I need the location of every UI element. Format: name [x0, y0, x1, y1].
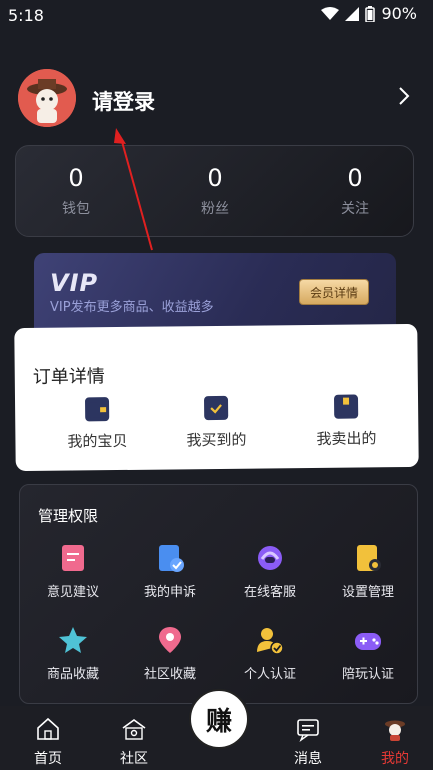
login-prompt[interactable]: 请登录 — [92, 86, 155, 116]
mgmt-feedback[interactable]: 意见建议 — [28, 543, 118, 600]
order-item-label: 我卖出的 — [316, 429, 377, 448]
vip-subtitle: VIP发布更多商品、收益越多 — [50, 300, 214, 315]
nav-label: 消息 — [294, 751, 322, 767]
nav-label: 社区 — [120, 751, 148, 767]
location-pin-icon — [155, 625, 185, 655]
nav-profile[interactable]: 我的 — [365, 716, 425, 768]
avatar-character-icon — [18, 69, 76, 127]
order-sold[interactable]: 我卖出的 — [286, 394, 407, 449]
mgmt-label: 社区收藏 — [143, 667, 196, 682]
mgmt-label: 个人认证 — [243, 667, 296, 682]
stat-value: 0 — [347, 164, 363, 192]
profile-icon — [385, 720, 405, 741]
management-card: 管理权限 意见建议 我的申诉 在线客服 设置管理 商品收藏 社区收藏 个人认证 … — [19, 484, 418, 704]
chevron-right-icon[interactable] — [398, 86, 410, 106]
mgmt-companion-verify[interactable]: 陪玩认证 — [323, 625, 413, 682]
order-item-label: 我的宝贝 — [67, 431, 128, 451]
order-item-label: 我买到的 — [186, 430, 247, 450]
battery-icon — [365, 5, 376, 22]
stat-following[interactable]: 0 关注 — [295, 164, 415, 218]
signal-icon — [345, 6, 360, 21]
mgmt-community-favorites[interactable]: 社区收藏 — [125, 625, 215, 682]
mgmt-appeal[interactable]: 我的申诉 — [125, 543, 215, 600]
wallet-icon — [84, 397, 110, 422]
stat-value: 0 — [207, 164, 223, 192]
mgmt-label: 陪玩认证 — [341, 667, 394, 682]
nav-community[interactable]: 社区 — [104, 716, 164, 768]
order-my-items[interactable]: 我的宝贝 — [37, 397, 158, 452]
nav-label: 我的 — [381, 751, 409, 767]
vip-details-button[interactable]: 会员详情 — [299, 279, 369, 305]
stat-label: 粉丝 — [201, 201, 229, 217]
headset-icon — [255, 543, 285, 573]
mgmt-label: 商品收藏 — [46, 667, 99, 682]
message-icon — [297, 719, 319, 742]
order-purchased[interactable]: 我买到的 — [156, 395, 277, 450]
sold-box-icon — [333, 394, 359, 419]
order-title: 订单详情 — [32, 366, 105, 388]
user-verified-icon — [255, 625, 285, 655]
nav-label: 首页 — [34, 751, 62, 767]
order-details-card: 订单详情 我的宝贝 我买到的 我卖出的 — [14, 323, 419, 472]
mgmt-label: 我的申诉 — [143, 585, 196, 600]
stat-value: 0 — [68, 164, 84, 192]
mgmt-settings[interactable]: 设置管理 — [323, 543, 413, 600]
nav-earn-button[interactable]: 赚 — [188, 688, 250, 750]
mgmt-label: 设置管理 — [341, 585, 394, 600]
stats-card: 0 钱包 0 粉丝 0 关注 — [15, 145, 414, 237]
stat-wallet[interactable]: 0 钱包 — [16, 164, 136, 218]
home-icon — [37, 717, 59, 740]
gamepad-icon — [353, 625, 383, 655]
status-time: 5:18 — [8, 6, 44, 25]
status-bar: 5:18 90% — [0, 0, 433, 30]
status-indicators: 90% — [321, 4, 417, 23]
battery-percent: 90% — [381, 4, 417, 23]
settings-doc-icon — [353, 543, 383, 573]
earn-badge: 赚 — [189, 689, 249, 749]
community-icon — [122, 719, 146, 740]
mgmt-label: 在线客服 — [243, 585, 296, 600]
wifi-icon — [321, 6, 340, 20]
management-title: 管理权限 — [38, 507, 99, 525]
star-icon — [58, 625, 88, 655]
nav-messages[interactable]: 消息 — [278, 716, 338, 768]
stat-fans[interactable]: 0 粉丝 — [155, 164, 275, 218]
mgmt-customer-service[interactable]: 在线客服 — [225, 543, 315, 600]
appeal-icon — [155, 543, 185, 573]
stat-label: 钱包 — [62, 201, 90, 217]
vip-logo: VIP — [50, 269, 99, 297]
mgmt-product-favorites[interactable]: 商品收藏 — [28, 625, 118, 682]
avatar[interactable] — [18, 69, 76, 127]
stat-label: 关注 — [341, 201, 369, 217]
purchase-check-icon — [203, 395, 229, 421]
mgmt-personal-verify[interactable]: 个人认证 — [225, 625, 315, 682]
feedback-icon — [58, 543, 88, 573]
mgmt-label: 意见建议 — [46, 585, 99, 600]
nav-home[interactable]: 首页 — [18, 716, 78, 768]
